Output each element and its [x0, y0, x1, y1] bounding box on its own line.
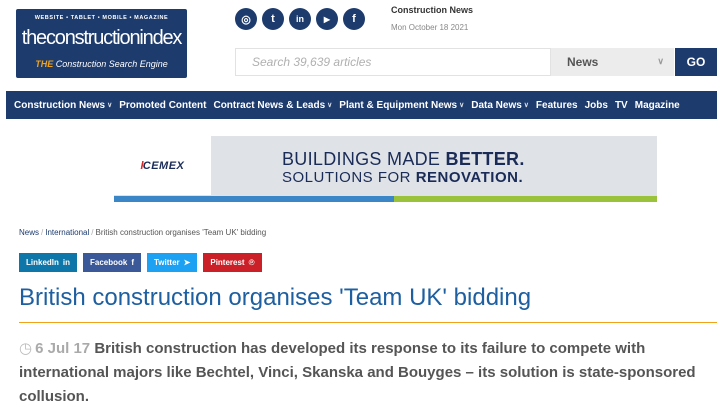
cemex-brand: CEMEX: [142, 159, 185, 172]
search-category-select[interactable]: News ∨: [551, 48, 674, 76]
clock-icon: ◷: [19, 340, 33, 357]
nav-label: Promoted Content: [119, 99, 207, 111]
main-nav: Construction News ∨ Promoted Content Cont…: [6, 91, 717, 119]
nav-label: Plant & Equipment News: [339, 99, 458, 111]
share-pinterest-button[interactable]: Pinterest ℗: [203, 253, 262, 272]
article-title: British construction organises 'Team UK'…: [19, 284, 532, 311]
nav-construction-news[interactable]: Construction News ∨: [14, 100, 112, 111]
logo-name: theconstructionindex: [21, 27, 183, 49]
nav-label: TV: [614, 99, 628, 111]
nav-magazine[interactable]: Magazine: [635, 100, 680, 111]
logo-subtitle: THE Construction Search Engine: [16, 59, 187, 69]
nav-plant-equipment-news[interactable]: Plant & Equipment News ∨: [339, 100, 464, 111]
chevron-down-icon: ∨: [107, 102, 113, 109]
linkedin-icon: in: [62, 258, 70, 267]
chevron-down-icon: ∨: [657, 56, 664, 66]
twitter-icon: ➤: [183, 258, 191, 267]
search-go-button[interactable]: GO: [675, 48, 717, 76]
site-logo[interactable]: WEBSITE • TABLET • MOBILE • MAGAZINE the…: [16, 9, 187, 78]
breadcrumb-news[interactable]: News: [19, 228, 39, 237]
share-linkedin-button[interactable]: LinkedIn in: [19, 253, 77, 272]
article-lead: ◷ 6 Jul 17 British construction has devel…: [19, 337, 717, 402]
article-date: 6 Jul 17: [35, 340, 91, 357]
youtube-icon[interactable]: ▶: [316, 8, 338, 30]
social-links: ◎ t in ▶ f: [235, 8, 365, 30]
facebook-icon[interactable]: f: [343, 8, 365, 30]
logo-sub-text: Construction Search Engine: [55, 59, 168, 69]
search-category-value: News: [567, 55, 599, 69]
cemex-logo: /// CEMEX: [114, 136, 211, 195]
chevron-down-icon: ∨: [523, 102, 529, 109]
twitter-icon[interactable]: t: [262, 8, 284, 30]
pinterest-icon: ℗: [248, 258, 255, 267]
title-divider: [19, 322, 717, 323]
nav-label: Contract News & Leads: [213, 99, 326, 111]
banner-line-1: BUILDINGS MADE BETTER.: [282, 149, 525, 169]
nav-label: Data News: [471, 99, 522, 111]
nav-data-news[interactable]: Data News ∨: [471, 100, 529, 111]
breadcrumb-current: British construction organises 'Team UK'…: [95, 228, 267, 237]
instagram-icon[interactable]: ◎: [235, 8, 257, 30]
logo-sub-prefix: THE: [35, 59, 54, 69]
search-input[interactable]: [252, 55, 550, 69]
share-twitter-button[interactable]: Twitter ➤: [147, 253, 198, 272]
banner-blue-bar: [114, 196, 394, 202]
nav-label: Magazine: [634, 99, 680, 111]
nav-jobs[interactable]: Jobs: [585, 100, 608, 111]
nav-tv[interactable]: TV: [615, 100, 628, 111]
header-date: Mon October 18 2021: [391, 23, 469, 32]
breadcrumb: News / International / British construction …: [19, 228, 267, 237]
nav-label: Jobs: [584, 99, 608, 111]
breadcrumb-international[interactable]: International: [45, 228, 89, 237]
chevron-down-icon: ∨: [327, 102, 333, 109]
header-info: Construction News Mon October 18 2021: [391, 5, 473, 32]
nav-features[interactable]: Features: [536, 100, 578, 111]
article-lead-text: British construction has developed its r…: [19, 340, 696, 402]
nav-contract-news[interactable]: Contract News & Leads ∨: [213, 100, 332, 111]
facebook-icon: f: [131, 258, 135, 267]
banner-green-bar: [394, 196, 657, 202]
share-facebook-button[interactable]: Facebook f: [83, 253, 142, 272]
nav-label: Features: [535, 99, 578, 111]
search-box: [235, 48, 551, 76]
share-buttons: LinkedIn in Facebook f Twitter ➤ Pinterest ℗: [19, 253, 262, 272]
chevron-down-icon: ∨: [459, 102, 465, 109]
header-title: Construction News: [391, 5, 474, 15]
nav-label: Construction News: [14, 99, 106, 111]
cemex-banner-ad[interactable]: /// CEMEX BUILDINGS MADE BETTER. SOLUTIO…: [114, 136, 657, 202]
logo-tagline: WEBSITE • TABLET • MOBILE • MAGAZINE: [34, 15, 169, 21]
linkedin-icon[interactable]: in: [289, 8, 311, 30]
banner-line-2: SOLUTIONS FOR RENOVATION.: [282, 169, 524, 186]
nav-promoted-content[interactable]: Promoted Content: [119, 100, 206, 111]
